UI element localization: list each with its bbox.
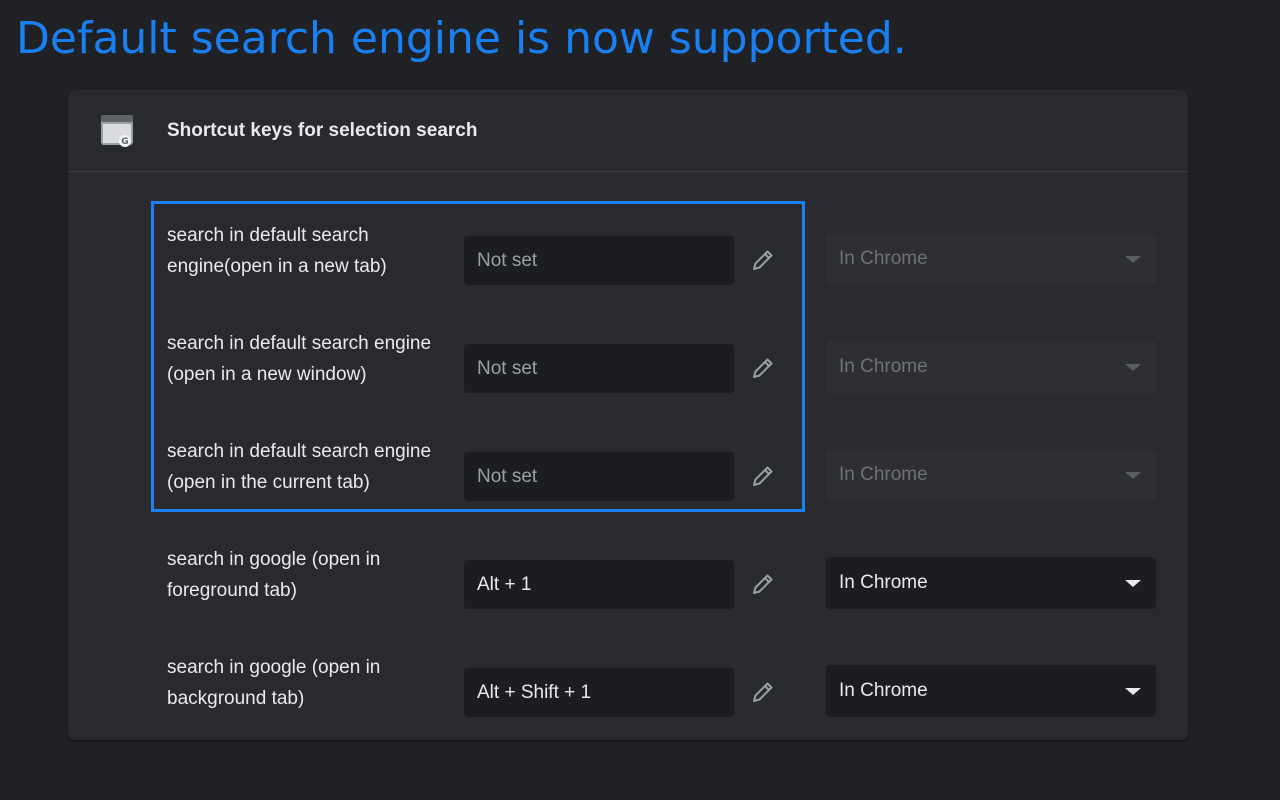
card-header: G Shortcut keys for selection search (68, 90, 1188, 172)
shortcut-key-field[interactable]: Not set (464, 236, 734, 285)
extension-window-icon: G (101, 114, 133, 147)
shortcuts-card: G Shortcut keys for selection search sea… (68, 90, 1188, 740)
pencil-icon[interactable] (748, 569, 778, 599)
shortcut-command-label: search in google (open in foreground tab) (167, 544, 467, 606)
card-title: Shortcut keys for selection search (167, 119, 478, 141)
shortcut-command-label-line: search in default search engine (167, 333, 432, 354)
shortcut-row: search in default search engine(open in a… (68, 220, 1188, 328)
shortcut-command-label-line: (open in the current tab) (167, 472, 370, 493)
chevron-down-icon (1125, 364, 1141, 371)
scope-dropdown[interactable]: In Chrome (826, 341, 1156, 393)
shortcut-key-field[interactable]: Not set (464, 344, 734, 393)
shortcut-command-label-line: (open in a new window) (167, 364, 367, 385)
shortcut-command-label: search in google (open in background tab) (167, 652, 467, 714)
shortcut-key-value: Alt + 1 (477, 573, 532, 595)
pencil-icon[interactable] (748, 677, 778, 707)
scope-dropdown-value: In Chrome (839, 680, 928, 701)
shortcut-command-label-line: engine(open in a new tab) (167, 256, 387, 277)
pencil-icon[interactable] (748, 245, 778, 275)
shortcut-key-value: Not set (477, 465, 538, 487)
shortcut-command-label-line: background tab) (167, 688, 305, 709)
scope-dropdown[interactable]: In Chrome (826, 557, 1156, 609)
shortcut-key-field[interactable]: Alt + Shift + 1 (464, 668, 734, 717)
shortcut-command-label-line: search in google (open in (167, 549, 381, 570)
shortcut-key-value: Not set (477, 357, 538, 379)
shortcut-row: search in default search engine (open in … (68, 328, 1188, 436)
shortcut-key-value: Not set (477, 249, 538, 271)
shortcut-command-label-line: foreground tab) (167, 580, 297, 601)
scope-dropdown-value: In Chrome (839, 464, 928, 485)
svg-text:G: G (121, 137, 128, 147)
shortcut-command-label-line: search in default search (167, 225, 369, 246)
scope-dropdown[interactable]: In Chrome (826, 665, 1156, 717)
shortcut-row: search in google (open in foreground tab)… (68, 544, 1188, 652)
scope-dropdown-value: In Chrome (839, 248, 928, 269)
shortcut-key-field[interactable]: Not set (464, 452, 734, 501)
pencil-icon[interactable] (748, 461, 778, 491)
shortcut-command-label: search in default search engine(open in a… (167, 220, 467, 282)
shortcut-command-label: search in default search engine (open in … (167, 328, 467, 390)
pencil-icon[interactable] (748, 353, 778, 383)
chevron-down-icon (1125, 580, 1141, 587)
shortcut-row: search in google (open in background tab)… (68, 652, 1188, 760)
chevron-down-icon (1125, 472, 1141, 479)
announcement-headline: Default search engine is now supported. (16, 13, 907, 64)
shortcut-command-label-line: search in google (open in (167, 657, 381, 678)
shortcut-row: search in default search engine (open in … (68, 436, 1188, 544)
chevron-down-icon (1125, 256, 1141, 263)
scope-dropdown-value: In Chrome (839, 356, 928, 377)
shortcut-command-label: search in default search engine (open in … (167, 436, 467, 498)
scope-dropdown-value: In Chrome (839, 572, 928, 593)
shortcut-key-value: Alt + Shift + 1 (477, 681, 592, 703)
scope-dropdown[interactable]: In Chrome (826, 233, 1156, 285)
scope-dropdown[interactable]: In Chrome (826, 449, 1156, 501)
shortcut-command-label-line: search in default search engine (167, 441, 432, 462)
chevron-down-icon (1125, 688, 1141, 695)
shortcut-key-field[interactable]: Alt + 1 (464, 560, 734, 609)
